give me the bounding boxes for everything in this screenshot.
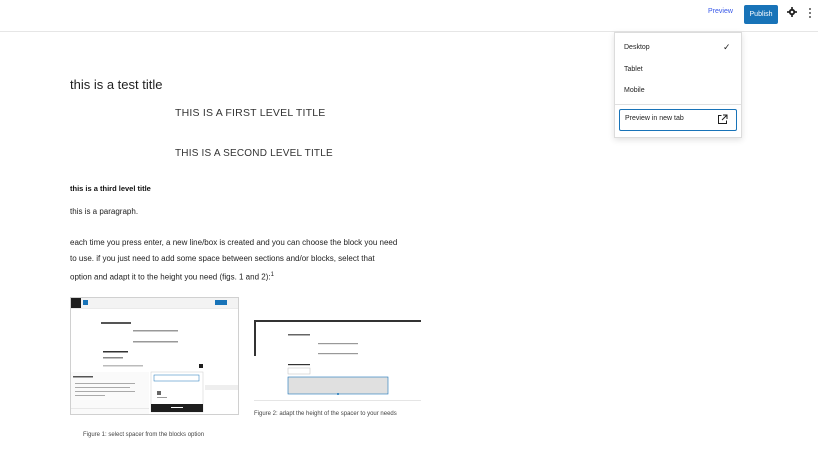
menu-divider: [615, 104, 741, 105]
preview-in-new-tab-item[interactable]: Preview in new tab: [619, 109, 737, 131]
heading-level-2[interactable]: THIS IS A SECOND LEVEL TITLE: [175, 148, 333, 159]
paragraph-line: option and adapt it to the height you ne…: [70, 272, 271, 282]
heading-level-1[interactable]: THIS IS A FIRST LEVEL TITLE: [175, 107, 326, 119]
footnote-reference[interactable]: 1: [271, 272, 274, 278]
menu-item-tablet[interactable]: Tablet: [624, 66, 643, 73]
menu-item-desktop[interactable]: Desktop: [624, 44, 650, 51]
figure-2-screenshot-graphic: [254, 320, 421, 395]
post-title[interactable]: this is a test title: [70, 77, 162, 92]
publish-button[interactable]: Publish: [744, 5, 778, 24]
figure-2-caption: Figure 2: adapt the height of the spacer…: [254, 411, 397, 417]
preview-dropdown-menu: Desktop ✓ Tablet Mobile Preview in new t…: [614, 32, 742, 138]
figure-2-image[interactable]: [254, 320, 421, 401]
menu-item-mobile[interactable]: Mobile: [624, 87, 645, 94]
editor-top-toolbar: Preview Publish: [0, 0, 818, 32]
check-icon: ✓: [723, 42, 731, 52]
preview-in-new-tab-label: Preview in new tab: [625, 115, 684, 122]
external-link-icon: [718, 114, 728, 124]
paragraph-block-spacer-info[interactable]: each time you press enter, a new line/bo…: [70, 235, 440, 286]
gear-icon[interactable]: [787, 7, 797, 17]
preview-button[interactable]: Preview: [708, 8, 733, 15]
paragraph-block[interactable]: this is a paragraph.: [70, 207, 138, 216]
paragraph-line: each time you press enter, a new line/bo…: [70, 238, 398, 247]
heading-level-3[interactable]: this is a third level title: [70, 184, 151, 193]
figure-1-screenshot-graphic: [71, 298, 238, 414]
more-options-icon[interactable]: [808, 7, 812, 19]
figure-1-image[interactable]: [70, 297, 239, 415]
figure-1-caption: Figure 1: select spacer from the blocks …: [83, 432, 205, 438]
paragraph-line: to use. if you just need to add some spa…: [70, 254, 375, 263]
